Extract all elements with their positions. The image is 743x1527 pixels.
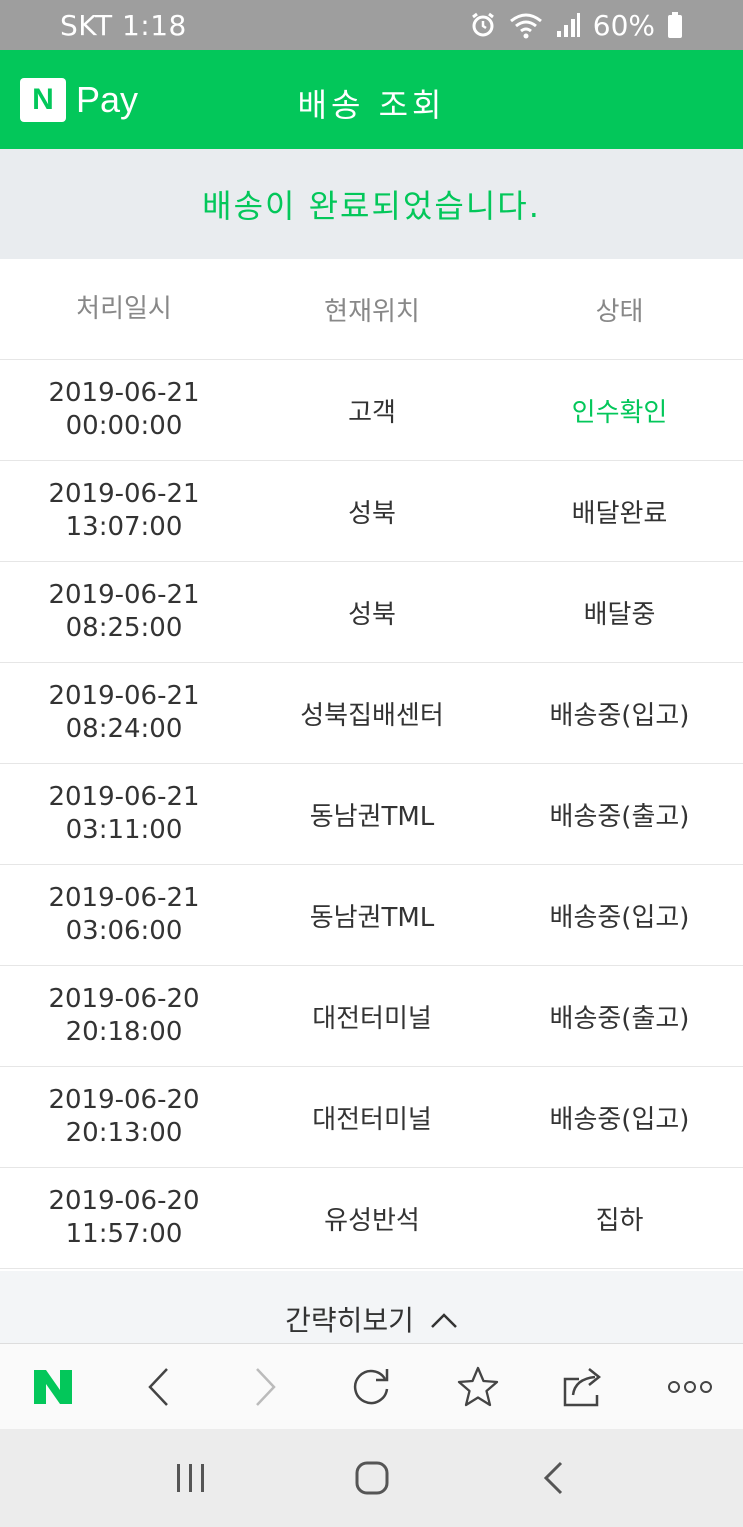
row-location: 성북집배센터 bbox=[300, 700, 444, 731]
back-arrow-icon bbox=[543, 1461, 562, 1495]
page-title: 배송 조회 bbox=[297, 86, 446, 124]
row-datetime: 2019-06-20 20:18:00 bbox=[0, 983, 248, 1049]
row-time: 00:00:00 bbox=[65, 411, 183, 441]
row-status: 인수확인 bbox=[571, 397, 668, 428]
app-header: N Pay 배송 조회 bbox=[0, 50, 743, 149]
recent-apps-icon bbox=[176, 1464, 204, 1492]
row-status: 배달중 bbox=[583, 599, 656, 630]
alarm-icon bbox=[469, 11, 497, 39]
row-status: 배송중(출고) bbox=[549, 1003, 690, 1034]
row-location: 유성반석 bbox=[324, 1205, 420, 1236]
signal-icon bbox=[555, 11, 581, 39]
row-date: 2019-06-21 bbox=[48, 378, 200, 408]
home-icon bbox=[355, 1461, 388, 1495]
row-datetime: 2019-06-21 08:25:00 bbox=[0, 579, 248, 645]
delivery-complete-banner: 배송이 완료되었습니다. bbox=[0, 149, 743, 259]
table-row: 2019-06-21 08:24:00 성북집배센터 배송중(입고) bbox=[0, 663, 743, 764]
battery-icon bbox=[667, 11, 683, 39]
collapse-label: 간략히보기 bbox=[285, 1304, 414, 1337]
table-row: 2019-06-21 03:11:00 동남권TML 배송중(출고) bbox=[0, 764, 743, 865]
row-datetime: 2019-06-21 00:00:00 bbox=[0, 377, 248, 443]
row-time: 20:13:00 bbox=[65, 1118, 183, 1148]
header-date: 처리일시 bbox=[76, 293, 172, 324]
share-icon bbox=[563, 1367, 601, 1406]
table-row: 2019-06-21 08:25:00 성북 배달중 bbox=[0, 562, 743, 663]
naver-home-button[interactable] bbox=[18, 1352, 88, 1422]
row-location: 성북 bbox=[348, 599, 396, 630]
row-date: 2019-06-21 bbox=[48, 681, 200, 711]
row-status: 배송중(입고) bbox=[549, 902, 690, 933]
share-button[interactable] bbox=[549, 1352, 619, 1422]
row-status: 배달완료 bbox=[571, 498, 668, 529]
back-button[interactable] bbox=[124, 1352, 194, 1422]
table-row: 2019-06-21 03:06:00 동남권TML 배송중(입고) bbox=[0, 865, 743, 966]
table-row: 2019-06-21 13:07:00 성북 배달완료 bbox=[0, 461, 743, 562]
status-bar: SKT 1:18 60% bbox=[0, 0, 743, 50]
row-location: 동남권TML bbox=[309, 801, 435, 832]
system-nav-bar bbox=[0, 1429, 743, 1527]
row-time: 11:57:00 bbox=[65, 1219, 183, 1249]
refresh-button[interactable] bbox=[336, 1352, 406, 1422]
row-time: 03:06:00 bbox=[65, 916, 183, 946]
row-datetime: 2019-06-21 03:06:00 bbox=[0, 882, 248, 948]
row-time: 08:24:00 bbox=[65, 714, 183, 744]
row-date: 2019-06-20 bbox=[48, 1186, 200, 1216]
row-date: 2019-06-21 bbox=[48, 580, 200, 610]
row-datetime: 2019-06-20 20:13:00 bbox=[0, 1084, 248, 1150]
chevron-left-icon bbox=[148, 1367, 169, 1406]
collapse-button[interactable]: 간략히보기 bbox=[285, 1299, 458, 1339]
row-date: 2019-06-20 bbox=[48, 1085, 200, 1115]
battery-percent: 60% bbox=[592, 8, 655, 42]
status-icons: 60% bbox=[469, 9, 683, 42]
header-status: 상태 bbox=[595, 296, 644, 327]
row-location: 동남권TML bbox=[309, 902, 435, 933]
home-button[interactable] bbox=[337, 1443, 407, 1513]
recent-apps-button[interactable] bbox=[156, 1443, 226, 1513]
chevron-right-icon bbox=[256, 1367, 277, 1406]
row-location: 성북 bbox=[348, 498, 396, 529]
more-button[interactable] bbox=[655, 1352, 725, 1422]
row-time: 08:25:00 bbox=[65, 613, 183, 643]
chevron-up-icon bbox=[430, 1303, 458, 1336]
row-datetime: 2019-06-20 11:57:00 bbox=[0, 1185, 248, 1251]
row-date: 2019-06-20 bbox=[48, 984, 200, 1014]
forward-button[interactable] bbox=[230, 1352, 300, 1422]
naver-n-icon bbox=[34, 1369, 73, 1404]
row-location: 대전터미널 bbox=[312, 1003, 432, 1034]
collapse-bar: 간략히보기 bbox=[0, 1271, 743, 1343]
table-header-row: 처리일시 현재위치 상태 bbox=[0, 259, 743, 360]
refresh-icon bbox=[354, 1368, 389, 1404]
bookmark-button[interactable] bbox=[443, 1352, 513, 1422]
wifi-icon bbox=[509, 11, 543, 39]
row-status: 배송중(입고) bbox=[549, 700, 690, 731]
browser-toolbar bbox=[0, 1343, 743, 1429]
row-time: 03:11:00 bbox=[65, 815, 183, 845]
carrier-time: SKT 1:18 bbox=[60, 8, 187, 42]
table-row: 2019-06-21 00:00:00 고객 인수확인 bbox=[0, 360, 743, 461]
row-datetime: 2019-06-21 08:24:00 bbox=[0, 680, 248, 746]
row-location: 고객 bbox=[348, 397, 396, 428]
row-status: 배송중(출고) bbox=[549, 801, 690, 832]
row-time: 20:18:00 bbox=[65, 1017, 183, 1047]
row-datetime: 2019-06-21 03:11:00 bbox=[0, 781, 248, 847]
star-icon bbox=[457, 1366, 498, 1406]
table-row: 2019-06-20 20:18:00 대전터미널 배송중(출고) bbox=[0, 966, 743, 1067]
row-date: 2019-06-21 bbox=[48, 479, 200, 509]
table-row: 2019-06-20 11:57:00 유성반석 집하 bbox=[0, 1168, 743, 1269]
row-status: 배송중(입고) bbox=[549, 1104, 690, 1135]
row-date: 2019-06-21 bbox=[48, 782, 200, 812]
row-location: 대전터미널 bbox=[312, 1104, 432, 1135]
header-location: 현재위치 bbox=[324, 296, 420, 327]
row-date: 2019-06-21 bbox=[48, 883, 200, 913]
more-dots-icon bbox=[667, 1380, 712, 1393]
row-status: 집하 bbox=[595, 1205, 644, 1236]
system-back-button[interactable] bbox=[518, 1443, 588, 1513]
table-row: 2019-06-20 20:13:00 대전터미널 배송중(입고) bbox=[0, 1067, 743, 1168]
row-time: 13:07:00 bbox=[65, 512, 183, 542]
tracking-table: 처리일시 현재위치 상태 2019-06-21 00:00:00 고객 인수확인 … bbox=[0, 259, 743, 1269]
row-datetime: 2019-06-21 13:07:00 bbox=[0, 478, 248, 544]
